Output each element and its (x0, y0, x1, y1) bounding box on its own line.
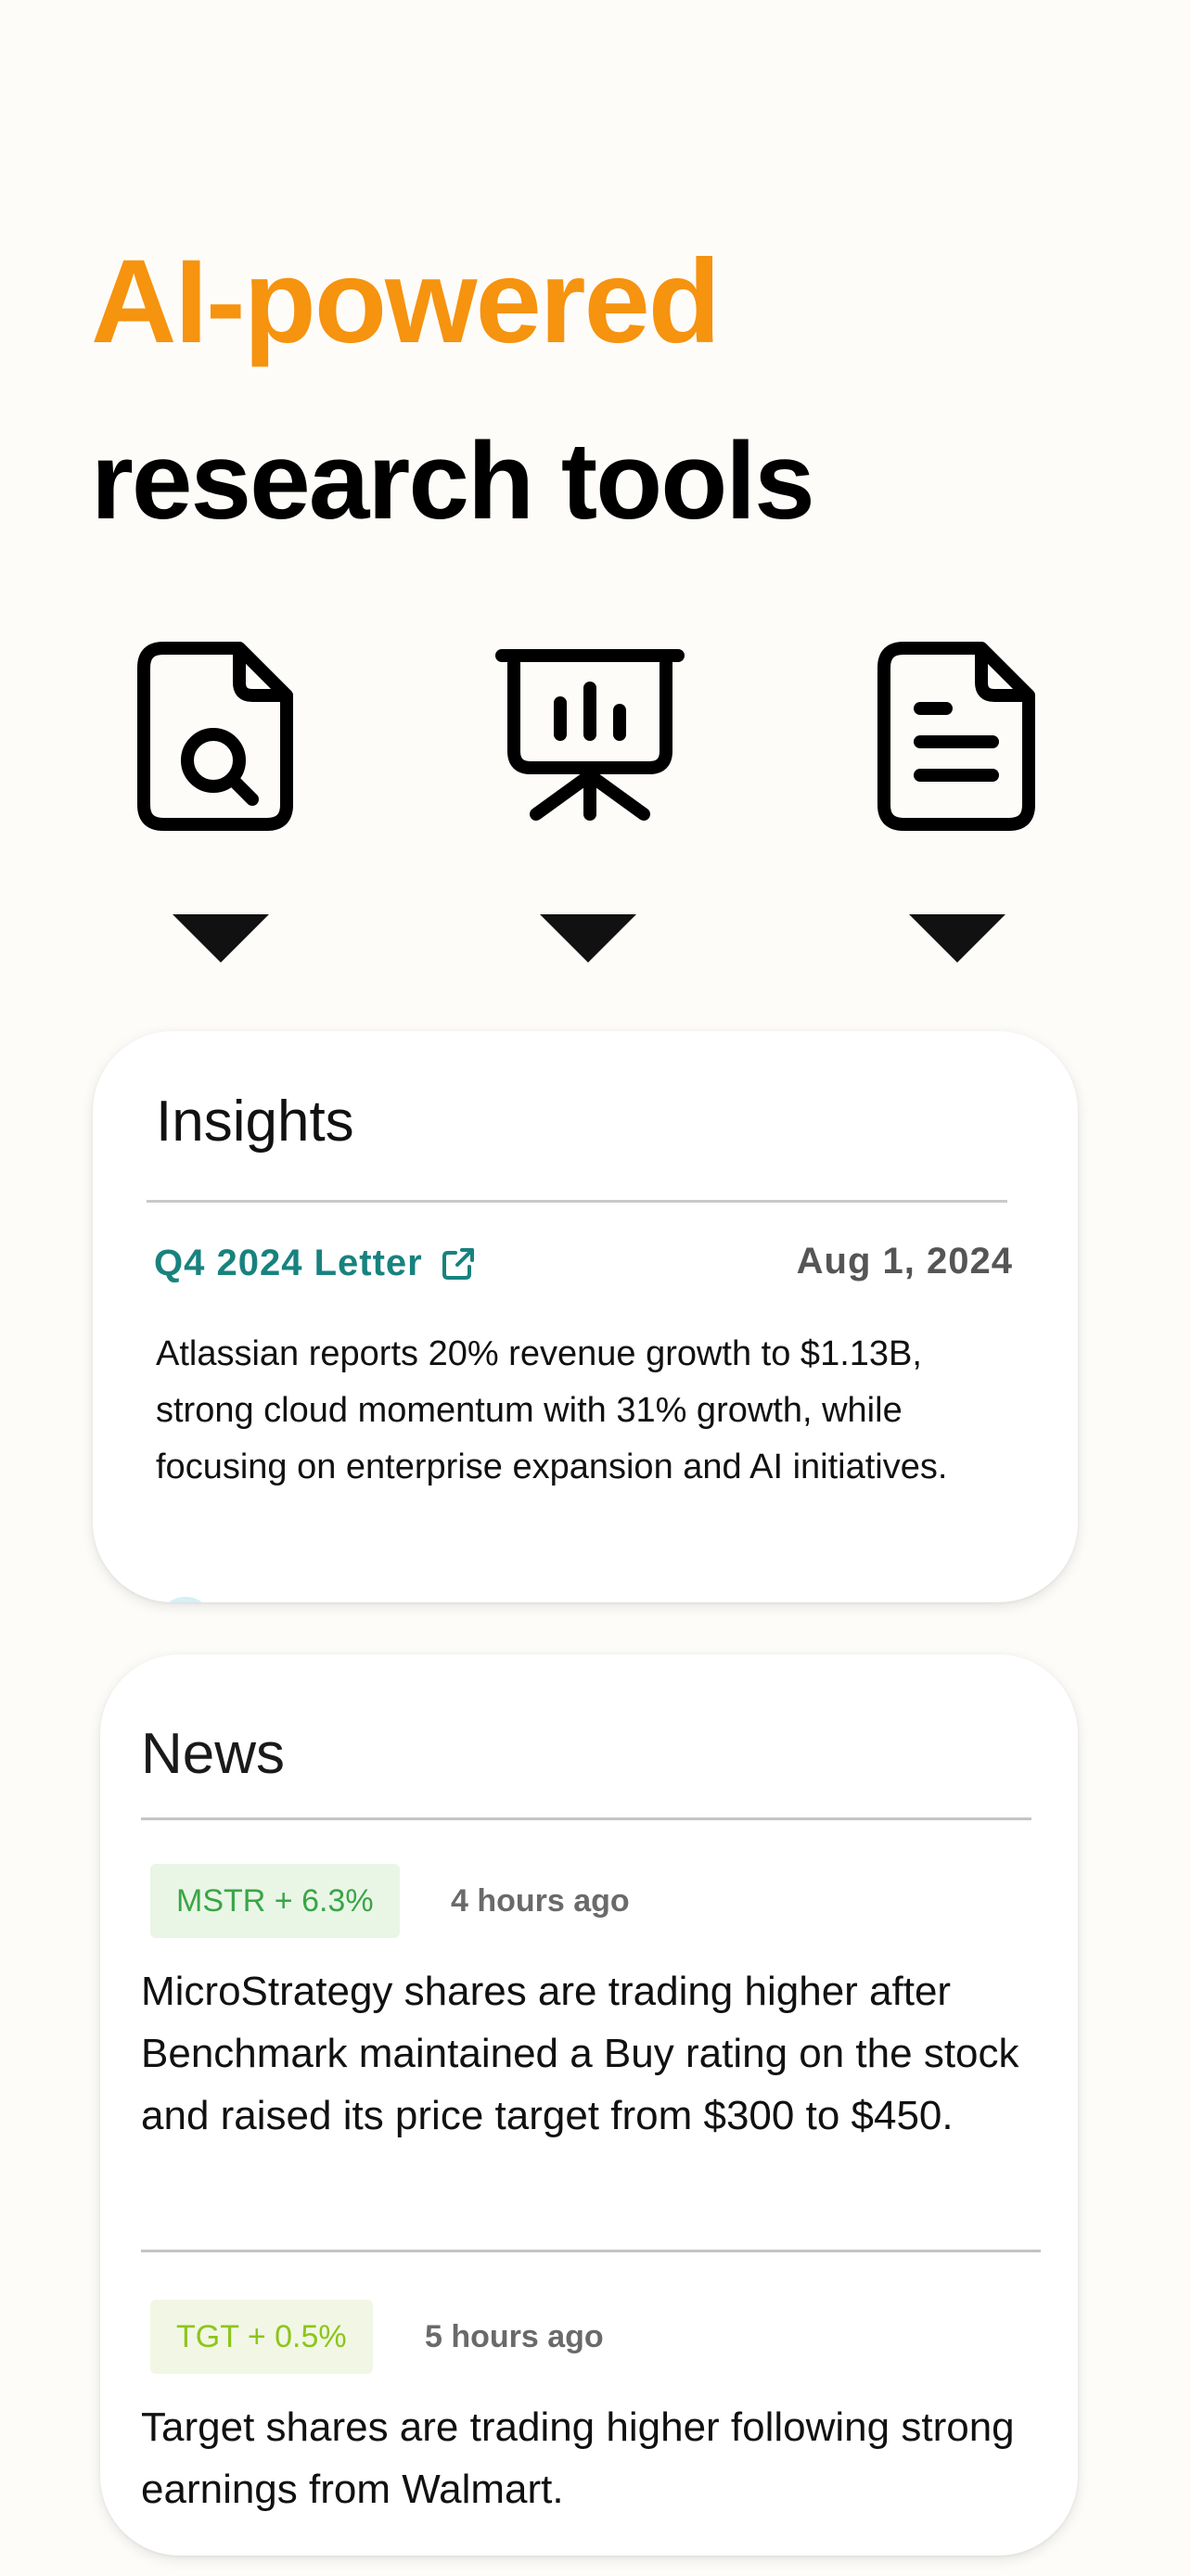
presentation-chart-icon (495, 649, 685, 821)
news-text: Target shares are trading higher followi… (141, 2404, 1015, 2512)
divider (147, 1200, 1007, 1203)
insight-summary: Atlassian reports 20% revenue growth to … (156, 1334, 948, 1486)
indicator-dot (158, 1597, 213, 1602)
news-time: 4 hours ago (451, 1883, 630, 1919)
headline-accent: AI-powered (91, 236, 721, 368)
document-text-icon (877, 642, 1035, 831)
letter-link-label: Q4 2024 Letter (154, 1243, 423, 1283)
insights-card: Insights Q4 2024 Letter Aug 1, 2024 Atla… (93, 1031, 1078, 1602)
divider (141, 1817, 1031, 1820)
ticker-badge[interactable]: TGT + 0.5% (150, 2300, 373, 2374)
letter-link[interactable]: Q4 2024 Letter (154, 1243, 477, 1284)
news-title: News (141, 1722, 286, 1786)
insights-title: Insights (156, 1090, 354, 1154)
insight-date: Aug 1, 2024 (796, 1241, 1013, 1282)
news-text: MicroStrategy shares are trading higher … (141, 1969, 1019, 2138)
news-time: 5 hours ago (425, 2319, 604, 2354)
news-card: News MSTR + 6.3% 4 hours ago MicroStrate… (100, 1654, 1078, 2556)
divider (141, 2250, 1041, 2252)
headline: AI-powered research tools (91, 236, 815, 542)
caret-down-icon (173, 914, 269, 963)
caret-down-icon (909, 914, 1005, 963)
headline-main: research tools (91, 420, 815, 542)
caret-down-icon (540, 914, 636, 963)
document-search-icon (137, 642, 293, 831)
ticker-badge[interactable]: MSTR + 6.3% (150, 1864, 400, 1938)
external-link-icon (442, 1247, 474, 1280)
